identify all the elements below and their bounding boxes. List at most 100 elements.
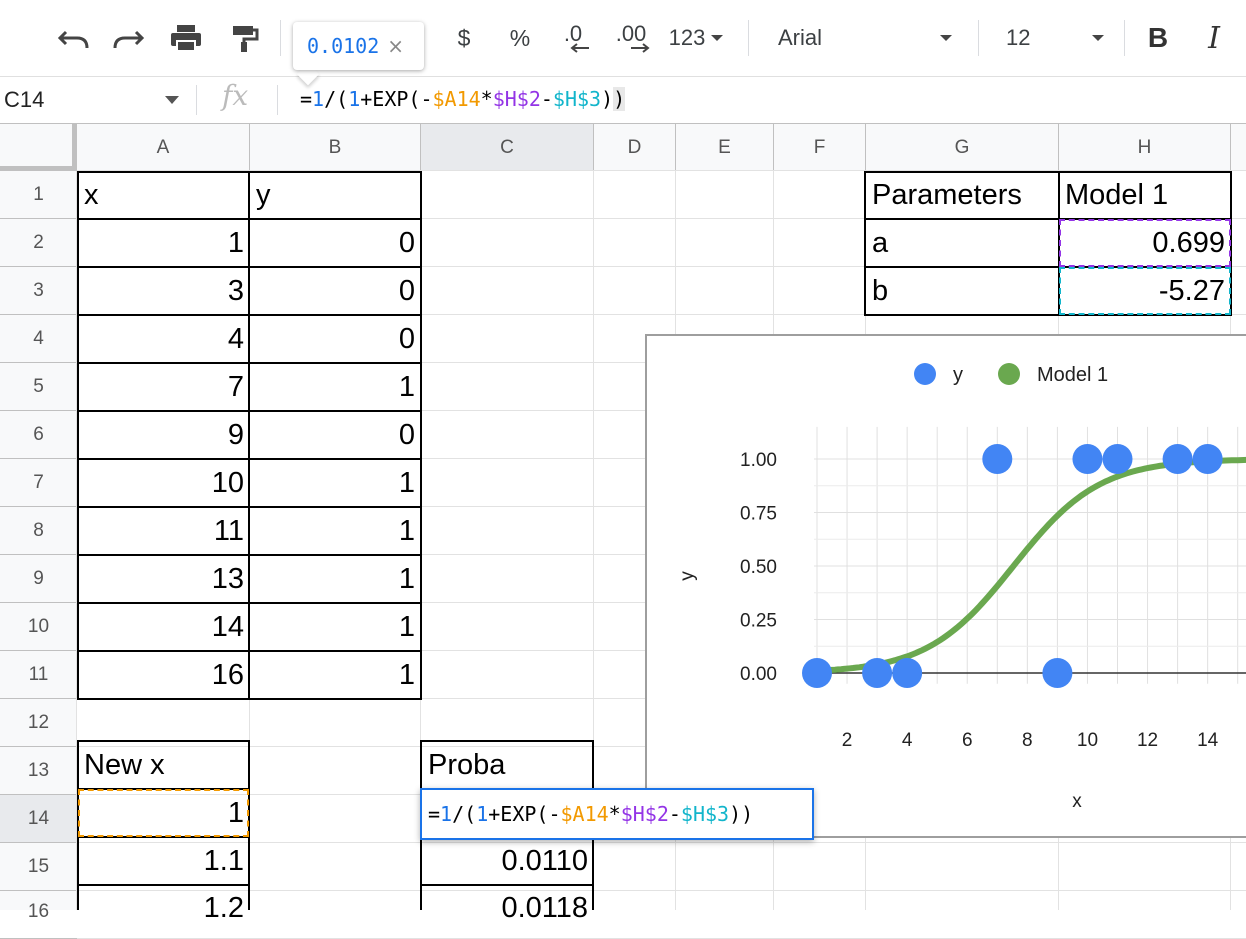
cell-y-value[interactable]: 1 [250, 508, 421, 555]
cell-x-value[interactable]: 7 [78, 364, 250, 411]
decrease-decimal-button[interactable]: .0 [553, 18, 593, 58]
column-header-d[interactable]: D [594, 124, 676, 171]
cell-text: x [84, 179, 99, 211]
row-header[interactable]: 14 [0, 795, 77, 843]
column-header-b[interactable]: B [250, 124, 421, 171]
cell-a1[interactable]: x [78, 172, 250, 219]
cell-x-value[interactable]: 11 [78, 508, 250, 555]
y-series-point [892, 658, 923, 688]
row-label: 8 [33, 519, 44, 541]
column-header-c[interactable]: C [421, 124, 594, 171]
column-header-a[interactable]: A [77, 124, 250, 171]
cell-x-value[interactable]: 4 [78, 316, 250, 363]
percent-format-button[interactable]: % [502, 18, 538, 58]
cell-y-value[interactable]: 1 [250, 556, 421, 603]
select-all-corner[interactable] [0, 124, 77, 171]
font-family-dropdown[interactable]: Arial [768, 18, 958, 58]
chart-svg: 0.00 0.25 0.50 0.75 1.00 2 4 6 8 10 12 14 x y y Model 1 [677, 363, 1246, 812]
row-header[interactable]: 13 [0, 747, 77, 795]
cell-g3[interactable]: b [866, 268, 1059, 315]
cell-c14-editor[interactable]: =1/(1+EXP(-$A14*$H$2-$H$3)) [420, 788, 814, 840]
scatter-chart[interactable]: 0.00 0.25 0.50 0.75 1.00 2 4 6 8 10 12 14 x y y Model 1 [645, 334, 1246, 838]
value-preview-tooltip: 0.0102 × [293, 22, 424, 70]
row-label: 16 [27, 901, 50, 922]
cell-g1[interactable]: Parameters [866, 172, 1059, 219]
cell-y-value[interactable]: 1 [250, 460, 421, 507]
redo-button[interactable] [108, 18, 148, 58]
row-header[interactable]: 9 [0, 555, 77, 603]
cell-y-value[interactable]: 0 [250, 412, 421, 459]
table-border [864, 171, 1232, 173]
row-header[interactable]: 4 [0, 315, 77, 363]
cell-b1[interactable]: y [250, 172, 421, 219]
cell-text: 4 [227, 323, 244, 355]
row-header[interactable]: 12 [0, 699, 77, 747]
italic-button[interactable]: I [1196, 18, 1232, 58]
increase-decimal-button[interactable]: .00 [608, 18, 654, 58]
formula-token: ) [613, 87, 626, 111]
print-button[interactable] [166, 18, 206, 58]
formula-token: /( [324, 87, 349, 111]
cell-y-value[interactable]: 0 [250, 268, 421, 315]
cell-y-value[interactable]: 1 [250, 364, 421, 411]
cell-a15[interactable]: 1.1 [78, 838, 250, 885]
ref-highlight-h3 [1059, 267, 1231, 315]
row-header[interactable]: 3 [0, 267, 77, 315]
column-label: G [954, 136, 970, 158]
formula-token: 1 [476, 802, 489, 826]
paint-format-button[interactable] [224, 18, 264, 58]
formula-ref-a14: $A14 [432, 87, 481, 111]
cell-x-value[interactable]: 1 [78, 220, 250, 267]
row-label: 3 [33, 279, 44, 301]
cell-x-value[interactable]: 16 [78, 652, 250, 699]
x-tick-label: 14 [1197, 730, 1219, 751]
close-icon[interactable]: × [387, 34, 404, 58]
y-series-point [862, 658, 893, 688]
column-label: E [718, 136, 731, 158]
bold-button[interactable]: B [1140, 18, 1176, 58]
cell-g2[interactable]: a [866, 220, 1059, 267]
row-header[interactable]: 6 [0, 411, 77, 459]
cell-y-value[interactable]: 1 [250, 652, 421, 699]
cell-x-value[interactable]: 10 [78, 460, 250, 507]
cell-x-value[interactable]: 9 [78, 412, 250, 459]
cell-text: 0.0110 [501, 845, 588, 877]
cell-y-value[interactable]: 0 [250, 316, 421, 363]
formula-input[interactable]: =1/(1+EXP(-$A14*$H$2-$H$3)) [300, 87, 626, 111]
row-header[interactable]: 11 [0, 651, 77, 699]
chevron-down-icon [940, 35, 952, 41]
cell-c15[interactable]: 0.0110 [422, 838, 594, 885]
cell-a13[interactable]: New x [78, 742, 250, 789]
column-header-g[interactable]: G [866, 124, 1059, 171]
cell-x-value[interactable]: 14 [78, 604, 250, 651]
column-header-f[interactable]: F [774, 124, 866, 171]
more-formats-dropdown[interactable]: 123 [665, 18, 729, 58]
cell-text: 7 [227, 371, 244, 403]
ref-highlight-a14 [78, 789, 249, 837]
cell-y-value[interactable]: 1 [250, 604, 421, 651]
column-header-e[interactable]: E [676, 124, 774, 171]
formula-token: ) [741, 802, 754, 826]
currency-format-button[interactable]: $ [446, 18, 482, 58]
undo-button[interactable] [54, 18, 94, 58]
toolbar-separator [280, 20, 281, 56]
row-header[interactable]: 8 [0, 507, 77, 555]
cell-c13[interactable]: Proba [422, 742, 594, 789]
row-header[interactable]: 15 [0, 843, 77, 891]
column-header-h[interactable]: H [1059, 124, 1231, 171]
cell-h1[interactable]: Model 1 [1059, 172, 1231, 219]
formula-token: - [668, 802, 681, 826]
name-box[interactable]: C14 [0, 77, 194, 123]
row-label: 15 [27, 855, 50, 877]
row-header[interactable]: 10 [0, 603, 77, 651]
row-header[interactable]: 1 [0, 171, 77, 219]
row-header[interactable]: 2 [0, 219, 77, 267]
row-header[interactable]: 16 [0, 891, 77, 939]
font-size-dropdown[interactable]: 12 [996, 18, 1110, 58]
row-header[interactable]: 7 [0, 459, 77, 507]
row-header[interactable]: 5 [0, 363, 77, 411]
cell-x-value[interactable]: 13 [78, 556, 250, 603]
cell-x-value[interactable]: 3 [78, 268, 250, 315]
cell-y-value[interactable]: 0 [250, 220, 421, 267]
chevron-down-icon[interactable] [165, 96, 179, 104]
